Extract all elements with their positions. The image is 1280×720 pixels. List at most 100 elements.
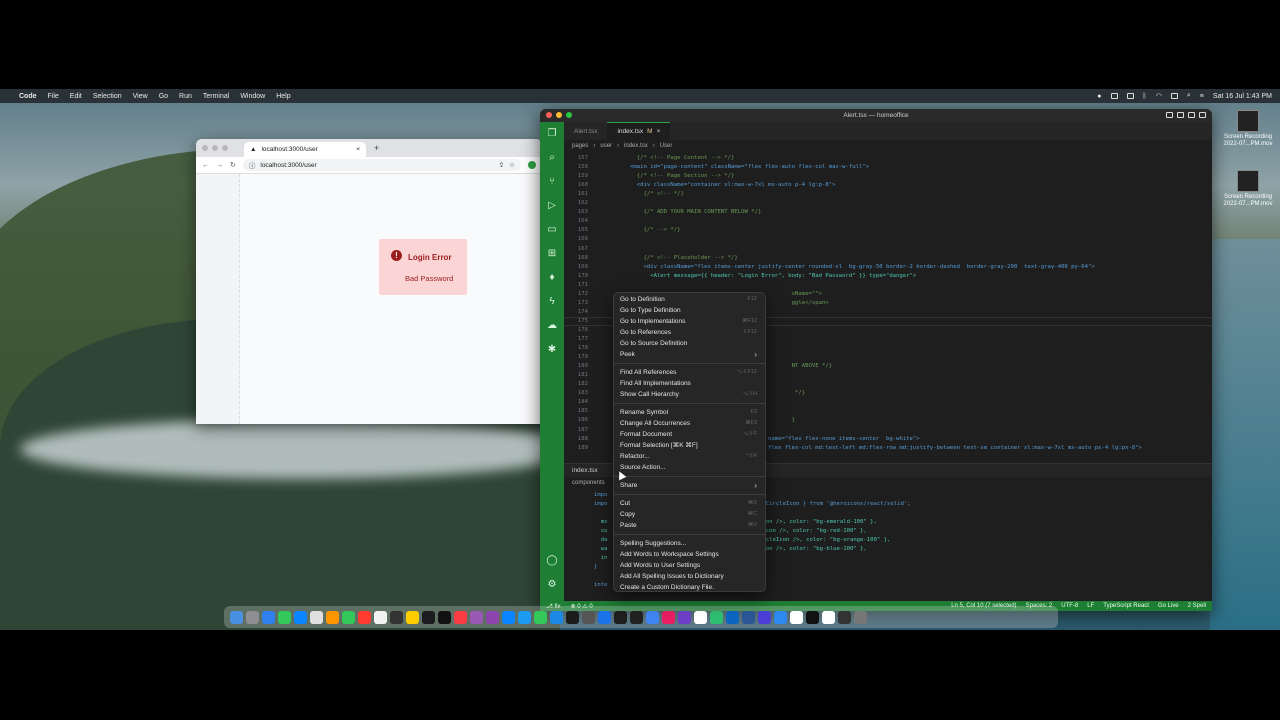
toggle-panel-icon[interactable] <box>1177 112 1184 118</box>
dock-app-icon[interactable] <box>358 610 371 624</box>
lightning-icon[interactable]: ϟ <box>540 290 564 314</box>
dock-app-icon[interactable] <box>326 610 339 624</box>
dock-app-icon[interactable] <box>390 610 403 624</box>
dock-app-icon[interactable] <box>470 610 483 624</box>
share-icon[interactable]: ⇪ <box>499 161 504 169</box>
info-icon[interactable]: ⓘ <box>249 160 256 170</box>
dock-app-icon[interactable] <box>662 610 675 624</box>
dock-app-icon[interactable] <box>806 610 819 624</box>
back-icon[interactable]: ← <box>202 162 209 169</box>
context-menu-item[interactable]: Peek › <box>614 349 765 360</box>
context-menu-item[interactable]: Add Words to User Settings <box>614 560 765 571</box>
breadcrumb-item[interactable]: User <box>660 143 673 149</box>
leaf-icon[interactable]: ♦ <box>540 266 564 290</box>
menu-window[interactable]: Window <box>240 93 265 100</box>
forward-icon[interactable]: → <box>216 162 223 169</box>
desktop-file[interactable]: Screen Recording 2022-07...PM.mov <box>1218 170 1278 208</box>
dock-app-icon[interactable] <box>374 610 387 624</box>
context-menu-item[interactable]: Create a Custom Dictionary File. <box>614 582 765 591</box>
close-tab-icon[interactable]: × <box>657 128 661 135</box>
dock-app-icon[interactable] <box>438 610 451 624</box>
breadcrumb-item[interactable]: index.tsx <box>624 143 648 149</box>
dock-app-icon[interactable] <box>454 610 467 624</box>
breadcrumb-item[interactable]: pages <box>572 143 588 149</box>
menu-go[interactable]: Go <box>159 93 168 100</box>
context-menu-item[interactable]: Spelling Suggestions... <box>614 538 765 549</box>
context-menu-item[interactable]: Show Call Hierarchy ⌥⇧H <box>614 389 765 400</box>
status-item[interactable]: Go Live <box>1158 603 1179 609</box>
menu-help[interactable]: Help <box>276 93 290 100</box>
toggle-sidebar-icon[interactable] <box>1166 112 1173 118</box>
dock-app-icon[interactable] <box>342 610 355 624</box>
dock-app-icon[interactable] <box>518 610 531 624</box>
dock-app-icon[interactable] <box>262 610 275 624</box>
window-icon[interactable] <box>1126 93 1134 99</box>
context-menu-item[interactable]: Add All Spelling Issues to Dictionary <box>614 571 765 582</box>
dock-app-icon[interactable] <box>566 610 579 624</box>
record-icon[interactable]: ● <box>1097 93 1101 100</box>
bluetooth-icon[interactable]: ᛒ <box>1143 93 1147 100</box>
desktop-file[interactable]: Screen Recording 2022-07...PM.mov <box>1218 110 1278 148</box>
dock-app-icon[interactable] <box>678 610 691 624</box>
context-menu-item[interactable]: Add Words to Workspace Settings <box>614 549 765 560</box>
bookmark-star-icon[interactable]: ☆ <box>509 161 515 169</box>
battery-icon[interactable] <box>1170 93 1178 99</box>
wifi-icon[interactable]: ◠ <box>1156 92 1162 100</box>
status-item[interactable]: UTF-8 <box>1061 603 1078 609</box>
context-menu-item[interactable]: Share › <box>614 480 765 491</box>
dock-app-icon[interactable] <box>598 610 611 624</box>
dock-app-icon[interactable] <box>854 610 867 624</box>
breadcrumb-item[interactable]: user <box>600 143 612 149</box>
context-menu-item[interactable]: Find All Implementations <box>614 378 765 389</box>
context-menu-item[interactable]: Find All References ⌥⇧F12 <box>614 367 765 378</box>
dock-app-icon[interactable] <box>822 610 835 624</box>
context-menu-item[interactable]: Source Action... <box>614 462 765 473</box>
settings-gear-icon[interactable]: ⚙ <box>540 573 564 597</box>
dock-app-icon[interactable] <box>582 610 595 624</box>
menu-edit[interactable]: Edit <box>70 93 82 100</box>
context-menu-item[interactable]: Rename Symbol F2 <box>614 407 765 418</box>
zoom-window-button[interactable] <box>566 112 572 118</box>
context-menu-item[interactable]: Paste ⌘V <box>614 520 765 531</box>
dock-app-icon[interactable] <box>726 610 739 624</box>
dock-app-icon[interactable] <box>790 610 803 624</box>
dock-app-icon[interactable] <box>646 610 659 624</box>
menu-selection[interactable]: Selection <box>93 93 122 100</box>
dock-app-icon[interactable] <box>742 610 755 624</box>
status-item[interactable]: TypeScript React <box>1103 603 1149 609</box>
context-menu-item[interactable]: Go to Implementations ⌘F12 <box>614 316 765 327</box>
extensions-icon[interactable]: ⊞ <box>540 242 564 266</box>
zoom-window-button[interactable] <box>222 145 228 151</box>
dock-app-icon[interactable] <box>614 610 627 624</box>
dock-app-icon[interactable] <box>630 610 643 624</box>
context-menu-item[interactable]: Refactor... ^⇧R <box>614 451 765 462</box>
reload-icon[interactable]: ↻ <box>230 161 236 169</box>
customize-layout-icon[interactable] <box>1199 112 1206 118</box>
menu-run[interactable]: Run <box>179 93 192 100</box>
context-menu-item[interactable]: Go to References ⇧F12 <box>614 327 765 338</box>
address-bar[interactable]: ⓘ localhost:3000/user ⇪ ☆ <box>242 159 521 171</box>
control-center-icon[interactable]: ≡ <box>1200 93 1204 100</box>
docker-icon[interactable]: ☁ <box>540 314 564 338</box>
menu-terminal[interactable]: Terminal <box>203 93 229 100</box>
screen-icon[interactable] <box>1110 93 1118 99</box>
dock-app-icon[interactable] <box>246 610 259 624</box>
run-debug-icon[interactable]: ▷ <box>540 194 564 218</box>
search-icon[interactable]: ⌕ <box>1187 92 1191 100</box>
dock-app-icon[interactable] <box>550 610 563 624</box>
menu-view[interactable]: View <box>133 93 148 100</box>
dock-app-icon[interactable] <box>278 610 291 624</box>
dock-app-icon[interactable] <box>534 610 547 624</box>
new-tab-button[interactable]: + <box>374 143 379 153</box>
dock-app-icon[interactable] <box>486 610 499 624</box>
close-window-button[interactable] <box>546 112 552 118</box>
dock-app-icon[interactable] <box>838 610 851 624</box>
minimize-window-button[interactable] <box>212 145 218 151</box>
toggle-secondary-sidebar-icon[interactable] <box>1188 112 1195 118</box>
context-menu-item[interactable]: Go to Definition F12 <box>614 294 765 305</box>
menubar-clock[interactable]: Sat 16 Jul 1:43 PM <box>1213 93 1272 100</box>
status-item[interactable]: 2 Spell <box>1188 603 1206 609</box>
context-menu-item[interactable]: Change All Occurrences ⌘F2 <box>614 418 765 429</box>
close-tab-icon[interactable]: × <box>356 146 360 153</box>
dock-app-icon[interactable] <box>406 610 419 624</box>
